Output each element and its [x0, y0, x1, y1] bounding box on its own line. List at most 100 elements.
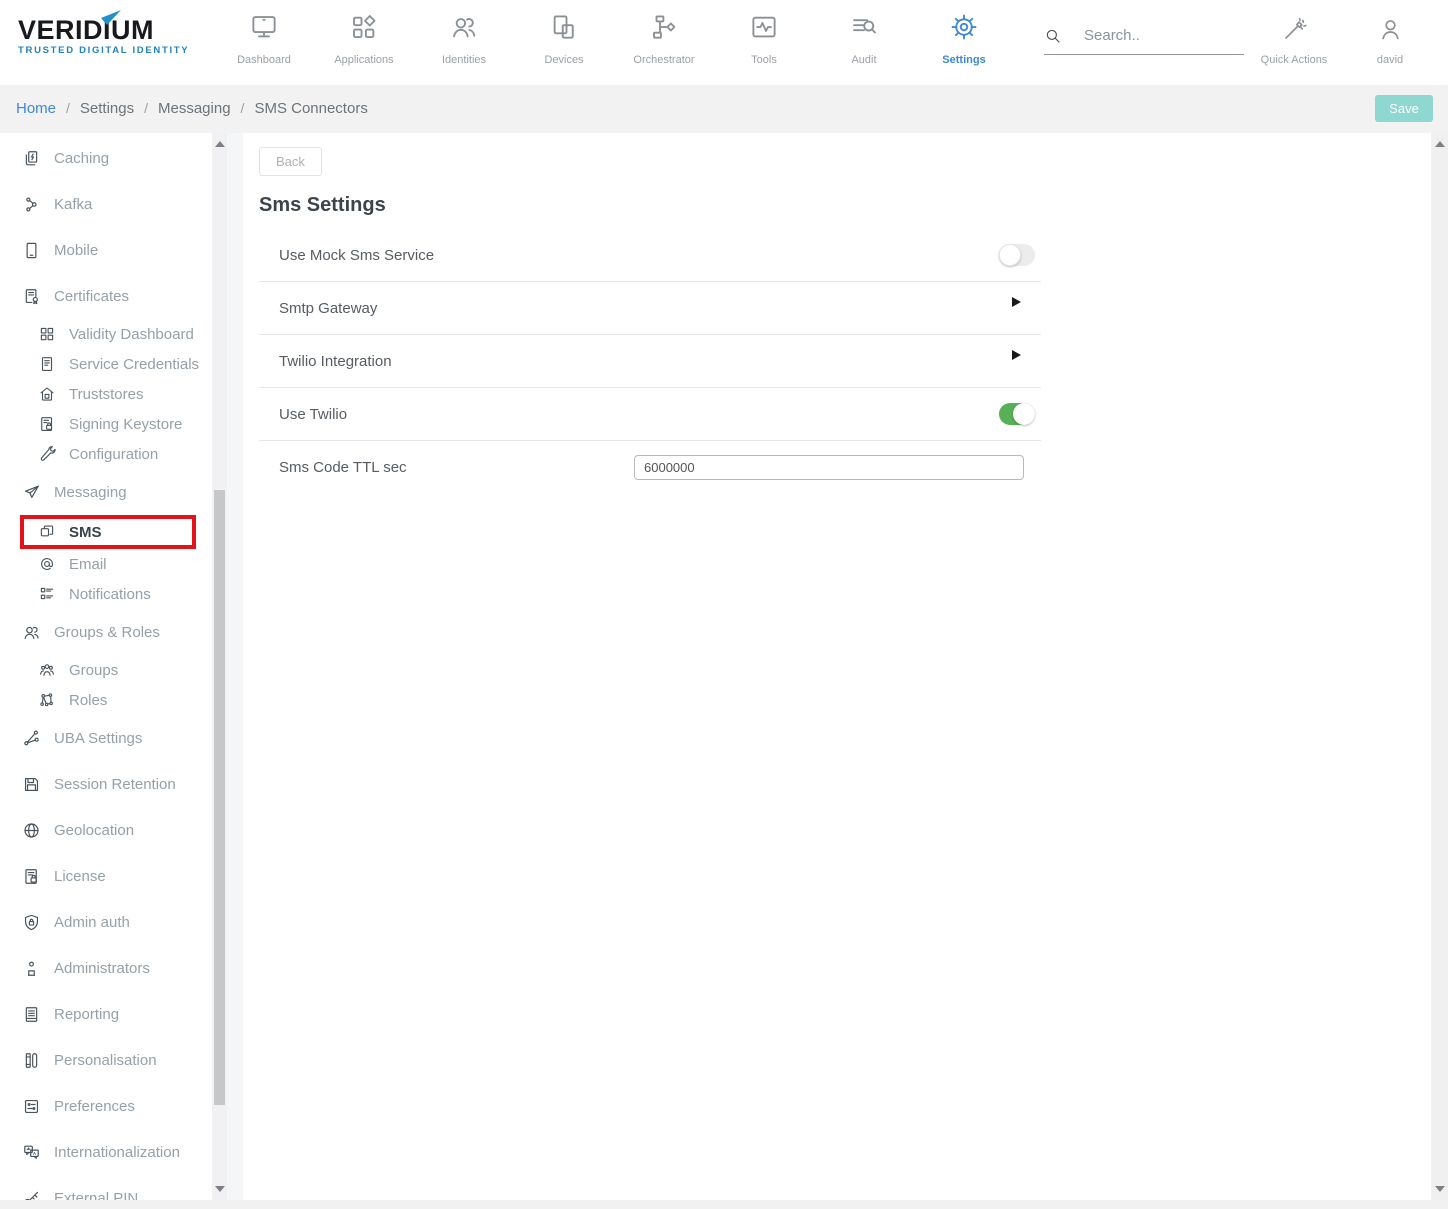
expand-arrow-icon[interactable] [1012, 350, 1021, 360]
external-pin-icon [22, 1189, 41, 1201]
nav-item-devices[interactable]: Devices [514, 12, 614, 66]
page-scrollbar[interactable] [1431, 133, 1448, 1200]
breadcrumb-separator: / [66, 100, 70, 116]
page-scroll-down-icon[interactable] [1435, 1186, 1445, 1192]
wand-icon [1281, 16, 1308, 43]
setting-label: Use Mock Sms Service [279, 247, 434, 264]
setting-label: Sms Code TTL sec [279, 459, 407, 476]
sidebar-item-configuration[interactable]: Configuration [0, 439, 212, 469]
sidebar-item-kafka[interactable]: Kafka [0, 181, 212, 227]
devices-icon [549, 12, 579, 42]
sidebar-item-admin-auth[interactable]: Admin auth [0, 899, 212, 945]
sidebar-item-label: License [54, 868, 106, 885]
caching-icon [22, 149, 41, 168]
sidebar-item-license[interactable]: License [0, 853, 212, 899]
sidebar-item-email[interactable]: Email [0, 549, 212, 579]
sidebar-item-personalisation[interactable]: Personalisation [0, 1037, 212, 1083]
breadcrumb-settings[interactable]: Settings [80, 100, 134, 117]
audit-icon [849, 12, 879, 42]
nav-item-tools[interactable]: Tools [714, 12, 814, 66]
truststores-icon [38, 385, 56, 403]
notifications-icon [38, 585, 56, 603]
sidebar-item-caching[interactable]: Caching [0, 135, 212, 181]
use-mock-sms-toggle[interactable] [999, 244, 1035, 266]
sidebar-item-groups[interactable]: Groups [0, 655, 212, 685]
top-nav: DashboardApplicationsIdentitiesDevicesOr… [214, 12, 1014, 66]
nav-item-orchestrator[interactable]: Orchestrator [614, 12, 714, 66]
back-button[interactable]: Back [259, 147, 322, 176]
search-icon[interactable] [1044, 27, 1062, 45]
breadcrumb-messaging[interactable]: Messaging [158, 100, 231, 117]
sidebar-scroll-up-icon[interactable] [215, 141, 225, 147]
nav-item-audit[interactable]: Audit [814, 12, 914, 66]
brand-tagline: TRUSTED DIGITAL IDENTITY [18, 45, 206, 56]
setting-label: Twilio Integration [279, 353, 392, 370]
sidebar-item-notifications[interactable]: Notifications [0, 579, 212, 609]
save-button[interactable]: Save [1375, 95, 1433, 122]
nav-item-dashboard[interactable]: Dashboard [214, 12, 314, 66]
top-header: VERIDIUM TRUSTED DIGITAL IDENTITY Dashbo… [0, 0, 1448, 85]
expand-arrow-icon[interactable] [1012, 297, 1021, 307]
breadcrumb-separator: / [241, 100, 245, 116]
certificates-icon [22, 287, 41, 306]
brand-logo[interactable]: VERIDIUM TRUSTED DIGITAL IDENTITY [18, 16, 206, 56]
sidebar-item-uba-settings[interactable]: UBA Settings [0, 715, 212, 761]
page-scroll-up-icon[interactable] [1435, 141, 1445, 147]
user-label: david [1344, 54, 1436, 66]
user-menu[interactable]: david [1344, 16, 1436, 66]
sidebar-item-internationalization[interactable]: AInternationalization [0, 1129, 212, 1175]
sidebar-item-session-retention[interactable]: Session Retention [0, 761, 212, 807]
nav-item-label: Devices [514, 54, 614, 66]
bottom-strip [0, 1200, 1448, 1209]
use-twilio-toggle[interactable] [999, 403, 1035, 425]
sidebar-item-label: Admin auth [54, 914, 130, 931]
sidebar-item-certificates[interactable]: Certificates [0, 273, 212, 319]
sidebar-item-geolocation[interactable]: Geolocation [0, 807, 212, 853]
search-input[interactable] [1082, 26, 1236, 45]
sidebar-item-preferences[interactable]: Preferences [0, 1083, 212, 1129]
sms-icon [38, 523, 56, 541]
breadcrumb-home[interactable]: Home [16, 100, 56, 117]
administrators-icon [22, 959, 41, 978]
geolocation-icon [22, 821, 41, 840]
breadcrumb-bar: Home/Settings/Messaging/SMS Connectors S… [0, 85, 1448, 133]
quick-actions-button[interactable]: Quick Actions [1248, 16, 1340, 66]
sidebar-item-signing-keystore[interactable]: Signing Keystore [0, 409, 212, 439]
content-area: CachingKafkaMobileCertificatesValidity D… [0, 133, 1448, 1200]
sms-code-ttl-input[interactable] [634, 455, 1024, 480]
nav-item-settings[interactable]: Settings [914, 12, 1014, 66]
sidebar-item-validity-dashboard[interactable]: Validity Dashboard [0, 319, 212, 349]
sidebar-item-truststores[interactable]: Truststores [0, 379, 212, 409]
sidebar-item-external-pin[interactable]: External PIN [0, 1175, 212, 1200]
applications-icon [349, 12, 379, 42]
nav-item-label: Tools [714, 54, 814, 66]
nav-item-identities[interactable]: Identities [414, 12, 514, 66]
sidebar-scroll-down-icon[interactable] [215, 1186, 225, 1192]
nav-item-applications[interactable]: Applications [314, 12, 414, 66]
session-retention-icon [22, 775, 41, 794]
setting-row-smtp-gateway[interactable]: Smtp Gateway [259, 282, 1041, 335]
sidebar-item-label: Roles [69, 692, 107, 709]
sidebar-item-sms[interactable]: SMS [20, 515, 196, 549]
sidebar-item-messaging[interactable]: Messaging [0, 469, 212, 515]
sidebar-item-administrators[interactable]: Administrators [0, 945, 212, 991]
sidebar-scrollbar-thumb[interactable] [214, 490, 225, 1105]
service-credentials-icon [38, 355, 56, 373]
sidebar-item-reporting[interactable]: Reporting [0, 991, 212, 1037]
sidebar-item-roles[interactable]: Roles [0, 685, 212, 715]
nav-item-label: Settings [914, 54, 1014, 66]
sidebar-scrollbar[interactable] [212, 133, 227, 1200]
orchestrator-icon [649, 12, 679, 42]
dashboard-icon [249, 12, 279, 42]
toggle-knob [999, 244, 1021, 266]
roles-icon [38, 691, 56, 709]
kafka-icon [22, 195, 41, 214]
sidebar-item-service-credentials[interactable]: Service Credentials [0, 349, 212, 379]
sidebar-item-label: Preferences [54, 1098, 135, 1115]
sidebar-item-mobile[interactable]: Mobile [0, 227, 212, 273]
sidebar-item-groups-roles[interactable]: Groups & Roles [0, 609, 212, 655]
personalisation-icon [22, 1051, 41, 1070]
reporting-icon [22, 1005, 41, 1024]
settings-icon [949, 12, 979, 42]
setting-row-twilio-integration[interactable]: Twilio Integration [259, 335, 1041, 388]
